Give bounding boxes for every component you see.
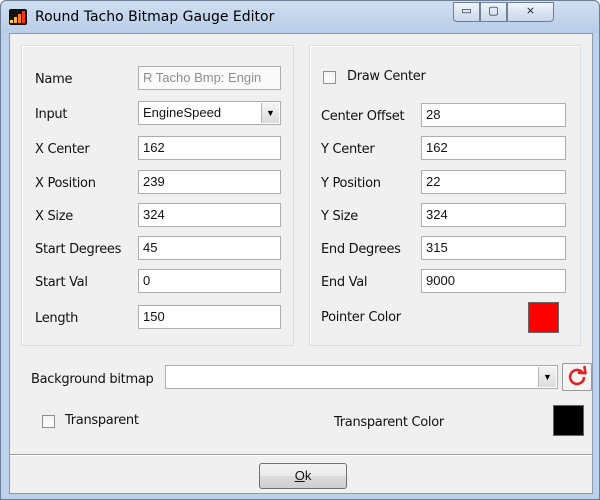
draw-center-label[interactable]: Draw Center <box>347 69 426 84</box>
chevron-down-icon[interactable]: ▼ <box>261 103 279 123</box>
x-position-label: X Position <box>35 176 96 191</box>
length-label: Length <box>35 311 79 326</box>
transparent-label[interactable]: Transparent <box>65 413 139 428</box>
window-title: Round Tacho Bitmap Gauge Editor <box>35 9 275 25</box>
draw-center-checkbox[interactable] <box>323 71 336 84</box>
transparent-checkbox[interactable] <box>42 415 55 428</box>
y-center-label: Y Center <box>321 142 375 157</box>
start-degrees-label: Start Degrees <box>35 242 122 257</box>
x-size-label: X Size <box>35 209 73 224</box>
start-val-label: Start Val <box>35 275 88 290</box>
y-size-field[interactable]: 324 <box>421 203 566 227</box>
x-center-field[interactable]: 162 <box>138 136 281 160</box>
transparent-color-label: Transparent Color <box>334 415 444 430</box>
gauge-editor-window: Round Tacho Bitmap Gauge Editor ▭ ▢ ⨯ Na… <box>0 0 600 500</box>
close-icon: ⨯ <box>525 5 536 17</box>
center-offset-field[interactable]: 28 <box>421 103 566 127</box>
length-field[interactable]: 150 <box>138 305 281 329</box>
chevron-down-icon[interactable]: ▼ <box>538 367 556 387</box>
x-size-field[interactable]: 324 <box>138 203 281 227</box>
name-field: R Tacho Bmp: Engin <box>138 66 281 90</box>
center-offset-label: Center Offset <box>321 109 405 124</box>
footer-divider <box>10 454 592 456</box>
end-val-field[interactable]: 9000 <box>421 269 566 293</box>
name-label: Name <box>35 72 73 87</box>
refresh-icon <box>568 365 587 386</box>
y-position-field[interactable]: 22 <box>421 170 566 194</box>
background-bitmap-select[interactable]: ▼ <box>165 365 558 389</box>
minimize-button[interactable]: ▭ <box>453 2 480 22</box>
minimize-icon: ▭ <box>461 5 472 17</box>
input-select-value: EngineSpeed <box>143 105 222 120</box>
end-degrees-label: End Degrees <box>321 242 401 257</box>
background-bitmap-label: Background bitmap <box>31 372 154 387</box>
close-button[interactable]: ⨯ <box>507 2 554 22</box>
start-degrees-field[interactable]: 45 <box>138 236 281 260</box>
refresh-button[interactable] <box>562 363 592 391</box>
maximize-icon: ▢ <box>488 5 499 17</box>
ok-label-rest: k <box>304 468 312 483</box>
title-bar[interactable]: Round Tacho Bitmap Gauge Editor ▭ ▢ ⨯ <box>1 1 599 33</box>
transparent-color-swatch[interactable] <box>553 405 584 436</box>
x-position-field[interactable]: 239 <box>138 170 281 194</box>
gauge-geometry-group-right <box>309 45 581 346</box>
y-center-field[interactable]: 162 <box>421 136 566 160</box>
y-size-label: Y Size <box>321 209 358 224</box>
y-position-label: Y Position <box>321 176 381 191</box>
gauge-geometry-group-left <box>21 45 294 346</box>
pointer-color-swatch[interactable] <box>528 302 559 333</box>
dialog-client-area: Name R Tacho Bmp: Engin Input EngineSpee… <box>9 33 593 494</box>
maximize-button[interactable]: ▢ <box>480 2 507 22</box>
gauge-app-icon <box>9 9 27 25</box>
start-val-field[interactable]: 0 <box>138 269 281 293</box>
x-center-label: X Center <box>35 142 90 157</box>
ok-button[interactable]: Ok <box>259 463 347 489</box>
end-val-label: End Val <box>321 275 368 290</box>
input-label: Input <box>35 107 68 122</box>
input-select[interactable]: EngineSpeed ▼ <box>138 101 281 125</box>
end-degrees-field[interactable]: 315 <box>421 236 566 260</box>
pointer-color-label: Pointer Color <box>321 310 401 325</box>
ok-mnemonic: O <box>294 468 305 483</box>
